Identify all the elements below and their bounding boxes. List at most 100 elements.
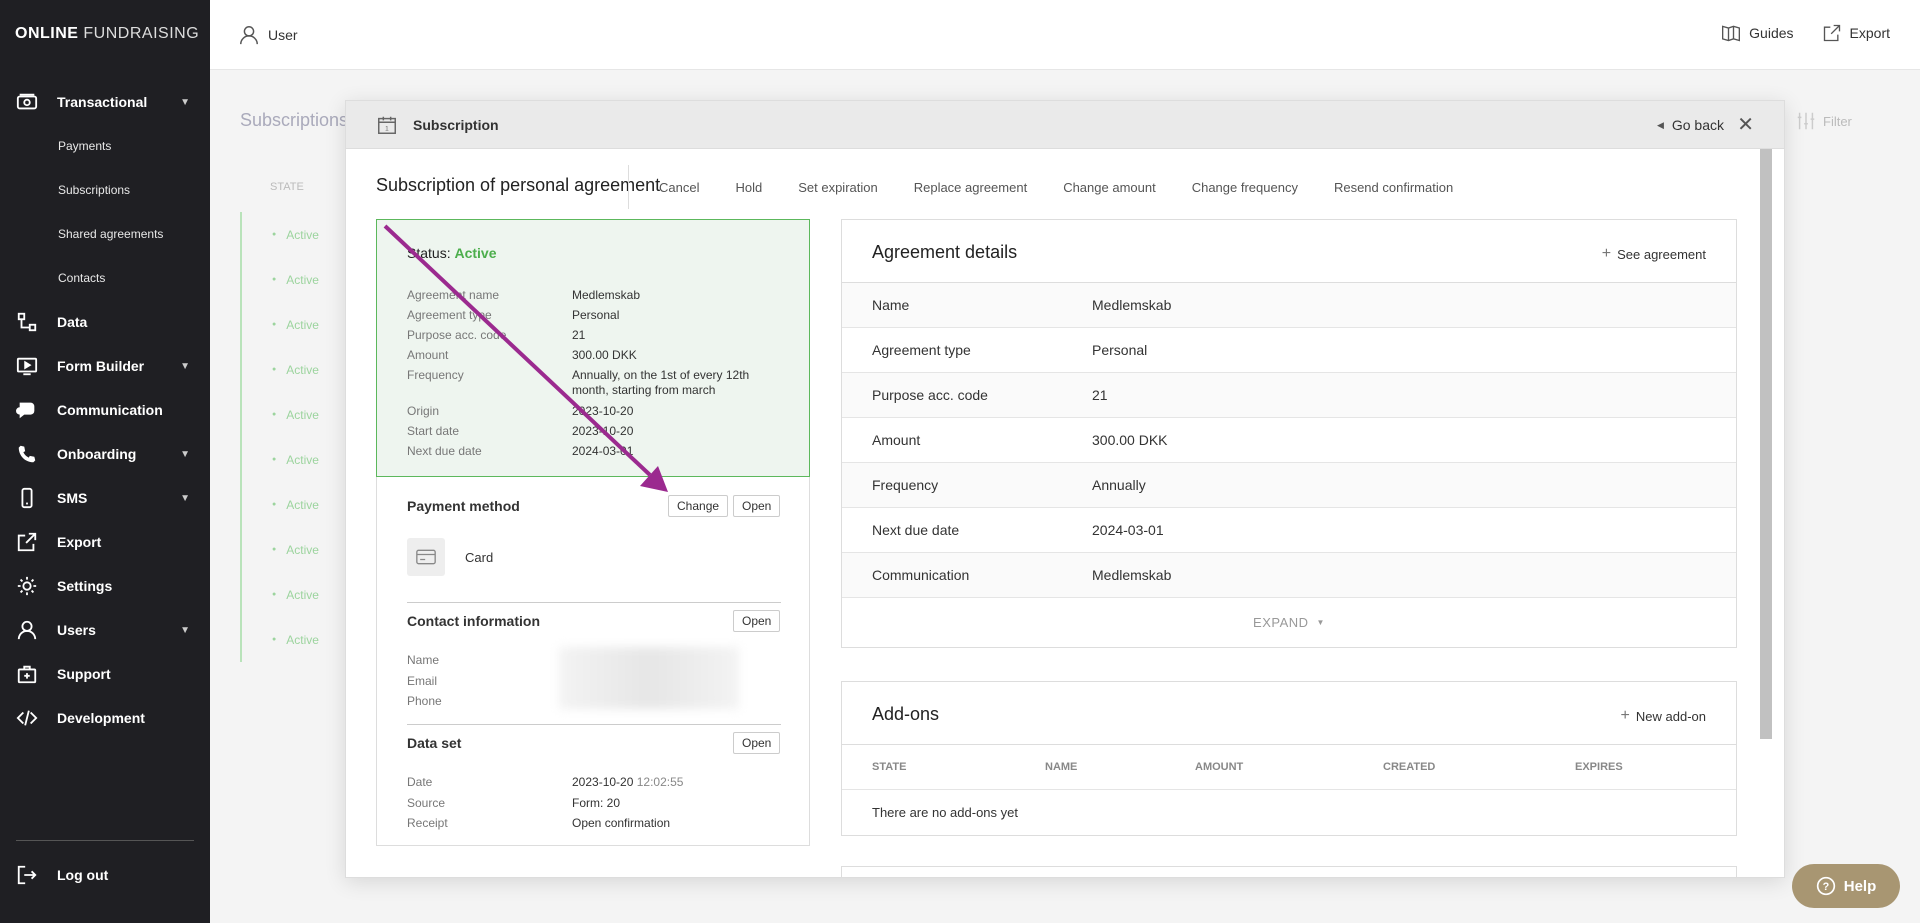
sidebar-item-users[interactable]: Users ▼ bbox=[0, 608, 210, 652]
sidebar-item-onboarding[interactable]: Onboarding ▼ bbox=[0, 432, 210, 476]
filter-icon bbox=[1797, 112, 1815, 130]
sidebar: ONLINE FUNDRAISING Transactional ▼ Payme… bbox=[0, 0, 210, 923]
dataset-row: Date 2023-10-20 12:02:55 bbox=[407, 775, 684, 789]
addons-card: Add-ons + New add-on STATE NAME AMOUNT CR… bbox=[841, 681, 1737, 836]
gear-icon bbox=[17, 576, 37, 596]
detail-row: Next due date 2024-03-01 bbox=[842, 508, 1736, 553]
sidebar-item-settings[interactable]: Settings bbox=[0, 564, 210, 608]
go-back-button[interactable]: ◀ Go back bbox=[1657, 117, 1724, 133]
resend-confirmation-button[interactable]: Resend confirmation bbox=[1334, 180, 1453, 195]
export-link[interactable]: Export bbox=[1822, 23, 1890, 43]
page-title: Subscriptions bbox=[240, 110, 349, 130]
communication-link[interactable]: Medlemskab bbox=[1092, 567, 1171, 583]
brand-logo[interactable]: ONLINE FUNDRAISING bbox=[15, 25, 199, 43]
sidebar-item-label: Development bbox=[57, 710, 145, 726]
caret-down-icon: ▼ bbox=[180, 493, 190, 504]
detail-row: Name Medlemskab bbox=[842, 283, 1736, 328]
sidebar-item-label: Communication bbox=[57, 402, 163, 418]
change-payment-button[interactable]: Change bbox=[668, 495, 729, 517]
column-header: AMOUNT bbox=[1195, 761, 1244, 773]
next-card bbox=[841, 866, 1737, 877]
top-bar: User Guides Export bbox=[210, 0, 1920, 70]
column-header: CREATED bbox=[1383, 761, 1436, 773]
open-data-set-button[interactable]: Open bbox=[733, 732, 781, 754]
user-icon bbox=[240, 26, 258, 45]
sidebar-item-payments[interactable]: Payments bbox=[0, 124, 210, 168]
sidebar-item-communication[interactable]: Communication bbox=[0, 388, 210, 432]
scrollbar[interactable] bbox=[1760, 149, 1772, 739]
expand-button[interactable]: EXPAND ▼ bbox=[842, 598, 1736, 647]
sidebar-item-sms[interactable]: SMS ▼ bbox=[0, 476, 210, 520]
column-header: EXPIRES bbox=[1575, 761, 1623, 773]
guides-link[interactable]: Guides bbox=[1721, 23, 1794, 43]
status-line: Status: Active bbox=[407, 245, 497, 261]
hold-button[interactable]: Hold bbox=[735, 180, 762, 195]
addons-title: Add-ons bbox=[872, 704, 940, 724]
dataset-row: Receipt Open confirmation bbox=[407, 816, 787, 831]
addons-table-header: STATE NAME AMOUNT CREATED EXPIRES bbox=[842, 745, 1736, 790]
sidebar-item-subscriptions[interactable]: Subscriptions bbox=[0, 168, 210, 212]
set-expiration-button[interactable]: Set expiration bbox=[798, 180, 878, 195]
question-icon: ? bbox=[1816, 876, 1835, 896]
svg-text:1: 1 bbox=[385, 126, 389, 133]
close-icon[interactable]: ✕ bbox=[1737, 112, 1754, 137]
sidebar-item-export[interactable]: Export bbox=[0, 520, 210, 564]
code-icon bbox=[16, 710, 38, 726]
triangle-left-icon: ◀ bbox=[1656, 119, 1664, 130]
sidebar-item-form-builder[interactable]: Form Builder ▼ bbox=[0, 344, 210, 388]
summary-row: Agreement type Personal bbox=[407, 308, 620, 322]
replace-agreement-button[interactable]: Replace agreement bbox=[914, 180, 1027, 195]
open-payment-button[interactable]: Open bbox=[733, 495, 781, 517]
summary-row: Purpose acc. code 21 bbox=[407, 328, 586, 342]
dataset-row: Source Form: 20 bbox=[407, 796, 787, 811]
change-amount-button[interactable]: Change amount bbox=[1063, 180, 1156, 195]
sidebar-item-transactional[interactable]: Transactional ▼ bbox=[0, 80, 210, 124]
caret-down-icon: ▼ bbox=[180, 449, 190, 460]
redacted-contact-details bbox=[559, 647, 739, 709]
calendar-icon: 1 bbox=[378, 116, 396, 134]
open-contact-button[interactable]: Open bbox=[733, 610, 781, 632]
cancel-button[interactable]: Cancel bbox=[659, 180, 699, 195]
mobile-icon bbox=[21, 487, 33, 509]
detail-row: Amount 300.00 DKK bbox=[842, 418, 1736, 463]
help-button[interactable]: ? Help bbox=[1792, 864, 1900, 908]
column-header: STATE bbox=[872, 761, 907, 773]
support-icon bbox=[17, 665, 37, 684]
detail-row: Frequency Annually bbox=[842, 463, 1736, 508]
summary-row: Amount 300.00 DKK bbox=[407, 348, 637, 362]
change-frequency-button[interactable]: Change frequency bbox=[1192, 180, 1298, 195]
addons-empty-message: There are no add-ons yet bbox=[872, 805, 1018, 820]
sidebar-item-contacts[interactable]: Contacts bbox=[0, 256, 210, 300]
payment-method-title: Payment method bbox=[407, 498, 520, 514]
sidebar-item-support[interactable]: Support bbox=[0, 652, 210, 696]
book-icon bbox=[1722, 25, 1741, 42]
plus-icon: + bbox=[1620, 707, 1630, 724]
sidebar-item-shared-agreements[interactable]: Shared agreements bbox=[0, 212, 210, 256]
sidebar-item-label: Export bbox=[57, 534, 102, 550]
source-link[interactable]: Form: 20 bbox=[572, 796, 782, 811]
sidebar-item-data[interactable]: Data bbox=[0, 300, 210, 344]
summary-row: Start date 2023-10-20 bbox=[407, 424, 634, 438]
contact-information-title: Contact information bbox=[407, 613, 540, 629]
money-icon bbox=[16, 93, 38, 110]
caret-down-icon: ▼ bbox=[1316, 618, 1325, 627]
new-addon-button[interactable]: + New add-on bbox=[1621, 707, 1706, 725]
column-header: NAME bbox=[1045, 761, 1078, 773]
sidebar-nav: Transactional ▼ Payments Subscriptions S… bbox=[0, 80, 210, 740]
sidebar-item-label: Data bbox=[57, 314, 88, 330]
open-confirmation-link[interactable]: Open confirmation bbox=[572, 816, 782, 831]
export-icon bbox=[17, 532, 37, 552]
sidebar-item-label: Settings bbox=[57, 578, 113, 594]
subscription-modal: 1 Subscription ◀ Go back ✕ Subscription … bbox=[345, 100, 1785, 878]
phone-icon bbox=[18, 445, 36, 463]
credit-card-icon bbox=[407, 538, 445, 576]
see-agreement-button[interactable]: + See agreement bbox=[1602, 245, 1706, 263]
data-set-title: Data set bbox=[407, 735, 462, 751]
user-menu[interactable]: User bbox=[238, 24, 298, 46]
logout-button[interactable]: Log out bbox=[0, 855, 210, 895]
summary-row: Origin 2023-10-20 bbox=[407, 404, 634, 418]
filter-button[interactable]: Filter bbox=[1795, 110, 1852, 132]
summary-row: Next due date 2024-03-01 bbox=[407, 444, 634, 458]
sidebar-item-label: Onboarding bbox=[57, 446, 137, 462]
sidebar-item-development[interactable]: Development bbox=[0, 696, 210, 740]
